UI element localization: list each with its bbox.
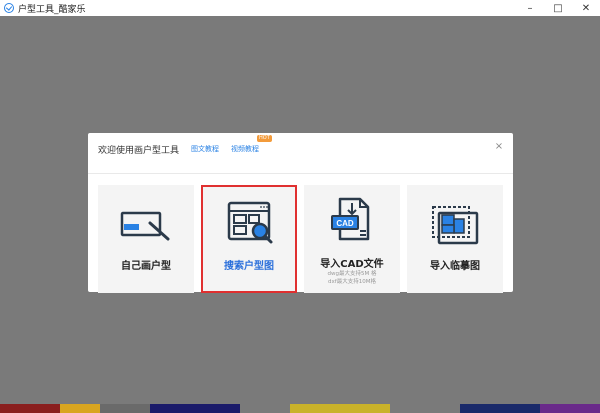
- app-logo-icon: [4, 3, 14, 13]
- import-cad-label: 导入CAD文件: [320, 259, 384, 270]
- welcome-dialog: 欢迎使用画户型工具 图文教程 视频教程 HOT × 自己画户型 搜索户型图 CA…: [88, 133, 513, 293]
- draw-floorplan-icon: [120, 211, 170, 241]
- search-floorplan-label: 搜索户型图: [224, 261, 274, 272]
- draw-floorplan-label: 自己画户型: [121, 261, 171, 272]
- app-client-area: 欢迎使用画户型工具 图文教程 视频教程 HOT × 自己画户型 搜索户型图 CA…: [0, 16, 600, 413]
- header-divider: [88, 173, 513, 174]
- video-tutorial-link[interactable]: 视频教程 HOT: [231, 135, 272, 154]
- hot-badge: HOT: [257, 135, 272, 142]
- app-window: 户型工具_酷家乐 – □ ✕ 欢迎使用画户型工具 图文教程 视频教程 HOT ×…: [0, 0, 600, 413]
- window-title: 户型工具_酷家乐: [18, 4, 86, 15]
- minimize-button[interactable]: –: [516, 0, 544, 16]
- window-controls: – □ ✕: [516, 0, 600, 16]
- import-trace-label: 导入临摹图: [430, 261, 480, 272]
- dialog-header: 欢迎使用画户型工具 图文教程 视频教程 HOT: [98, 135, 272, 157]
- background-banner-strip: [0, 404, 600, 413]
- maximize-button[interactable]: □: [544, 0, 572, 16]
- video-tutorial-label: 视频教程: [231, 145, 260, 153]
- dialog-close-button[interactable]: ×: [494, 142, 504, 152]
- cad-file-icon: CAD: [331, 197, 370, 241]
- search-floorplan-card[interactable]: 搜索户型图: [201, 185, 297, 293]
- text-tutorial-link[interactable]: 图文教程: [191, 144, 219, 154]
- dwg-size-note: dwg最大支持5M 格: [327, 271, 377, 277]
- close-window-button[interactable]: ✕: [572, 0, 600, 16]
- dxf-size-note: dxf最大支持10M格: [328, 279, 376, 285]
- option-cards: 自己画户型 搜索户型图 CAD 导入CAD文件 dwg最大支持5M 格 dxf最…: [98, 185, 503, 293]
- import-cad-card[interactable]: CAD 导入CAD文件 dwg最大支持5M 格 dxf最大支持10M格: [304, 185, 400, 293]
- import-trace-card[interactable]: 导入临摹图: [407, 185, 503, 293]
- dialog-title: 欢迎使用画户型工具: [98, 145, 180, 156]
- svg-text:CAD: CAD: [336, 219, 354, 228]
- import-trace-icon: [432, 206, 479, 245]
- search-floorplan-icon: [227, 201, 273, 244]
- title-bar: 户型工具_酷家乐 – □ ✕: [0, 0, 600, 16]
- draw-floorplan-card[interactable]: 自己画户型: [98, 185, 194, 293]
